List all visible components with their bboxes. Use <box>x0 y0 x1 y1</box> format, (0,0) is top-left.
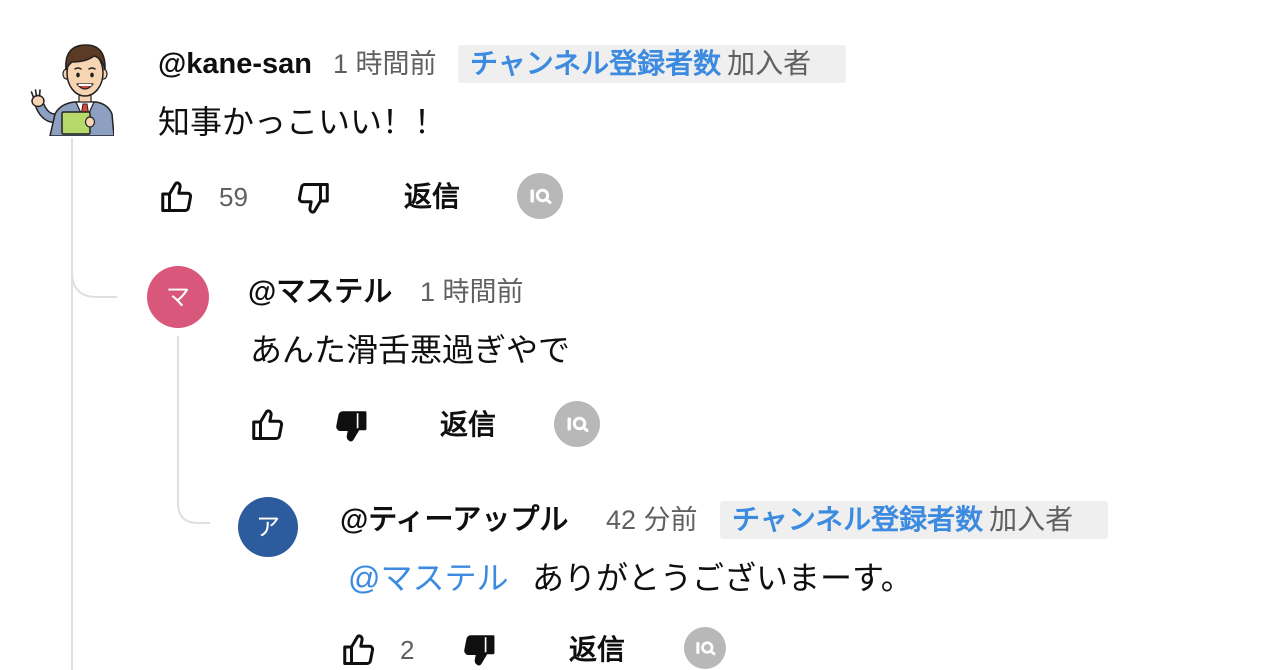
mention-link[interactable]: @マステル <box>348 555 509 601</box>
comment-timestamp[interactable]: 1 時間前 <box>420 272 524 312</box>
reply-button[interactable]: 返信 <box>440 405 496 445</box>
avatar-letter: ア <box>256 513 280 541</box>
dislike-button[interactable] <box>333 408 369 444</box>
like-count: 59 <box>219 182 248 212</box>
thumb-up-icon <box>343 634 375 665</box>
thumb-up-icon <box>161 181 193 212</box>
extension-button[interactable] <box>684 627 726 669</box>
thumb-down-icon <box>297 183 329 214</box>
thumb-down-icon <box>464 635 495 666</box>
badge-label: 加入者 <box>727 48 812 79</box>
like-count: 2 <box>400 635 415 665</box>
dislike-button[interactable] <box>461 632 497 668</box>
badge-highlight: チャンネル登録者数 <box>732 504 984 535</box>
avatar[interactable]: マ <box>147 266 209 328</box>
reply-button[interactable]: 返信 <box>404 177 460 217</box>
like-button[interactable] <box>250 407 286 443</box>
author-name[interactable]: @マステル <box>248 272 392 312</box>
comment-text: ありがとうございまーす。 <box>532 560 913 596</box>
member-badge: チャンネル登録者数 加入者 <box>458 45 846 83</box>
comment-thread: @kane-san 1 時間前 チャンネル登録者数 加入者 知事かっこいい！！ 5… <box>0 0 1280 670</box>
thread-branch-reply-2 <box>177 336 210 524</box>
like-button[interactable] <box>341 632 377 668</box>
avatar-letter: マ <box>166 283 190 311</box>
like-button[interactable] <box>159 179 195 215</box>
extension-button[interactable] <box>517 173 563 219</box>
comment-timestamp[interactable]: 42 分前 <box>606 500 698 540</box>
reply-button[interactable]: 返信 <box>569 630 625 670</box>
thumb-down-icon <box>336 411 367 442</box>
comment-timestamp[interactable]: 1 時間前 <box>333 44 437 84</box>
badge-label: 加入者 <box>989 504 1074 535</box>
extension-button[interactable] <box>554 401 600 447</box>
magnifier-badge-icon <box>517 173 563 219</box>
author-name[interactable]: @kane-san <box>158 44 312 84</box>
dislike-button[interactable] <box>295 180 331 216</box>
comment-text: あんた滑舌悪過ぎやで <box>250 332 571 368</box>
comment-text: 知事かっこいい！！ <box>158 104 447 140</box>
magnifier-badge-icon <box>554 401 600 447</box>
member-badge: チャンネル登録者数 加入者 <box>720 501 1108 539</box>
author-name[interactable]: @ティーアップル <box>340 500 568 540</box>
avatar[interactable]: ア <box>238 497 298 557</box>
magnifier-badge-icon <box>684 627 726 669</box>
thread-branch-reply-1 <box>71 271 117 298</box>
businessman-avatar-icon[interactable] <box>28 40 114 136</box>
thumb-up-icon <box>252 409 284 440</box>
badge-highlight: チャンネル登録者数 <box>470 48 722 79</box>
